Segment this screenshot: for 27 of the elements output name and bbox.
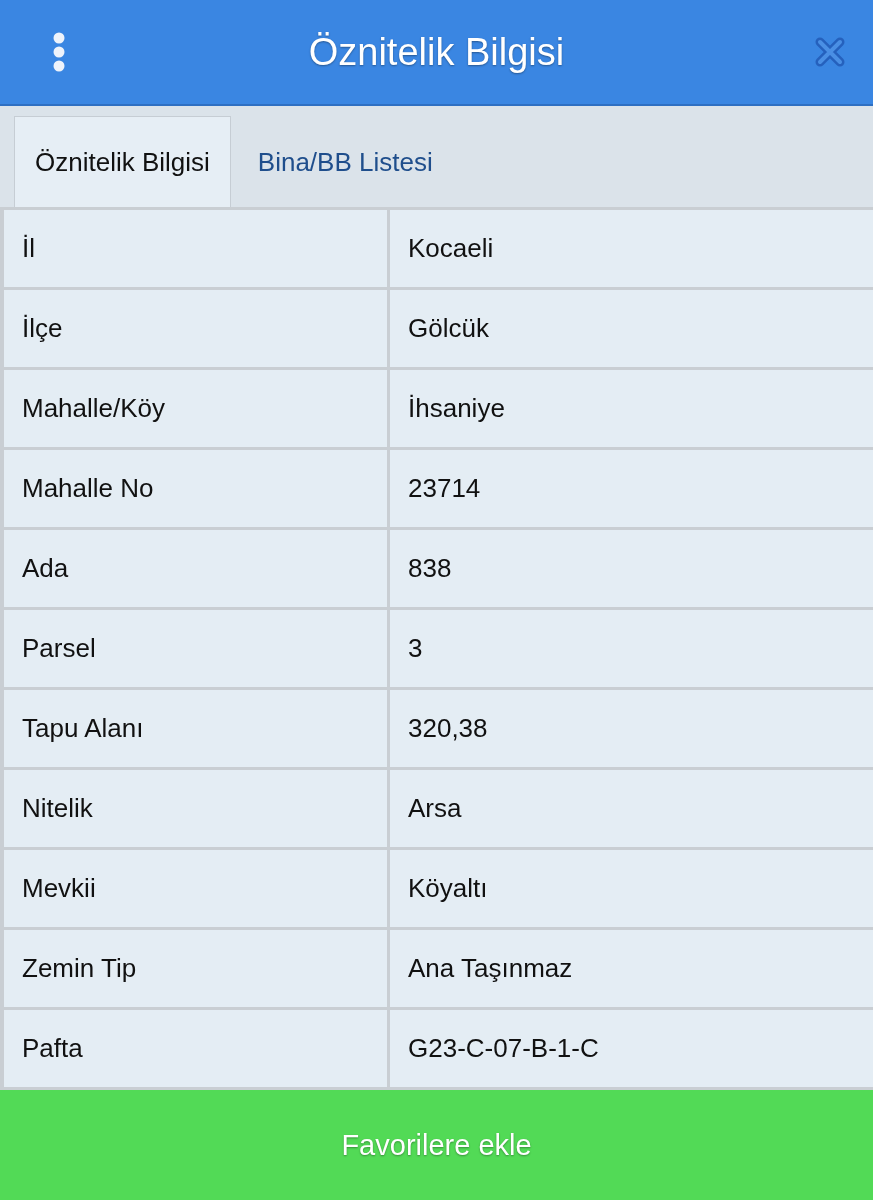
field-value: 320,38 [390, 690, 873, 767]
field-value: 838 [390, 530, 873, 607]
field-label: İlçe [4, 290, 387, 367]
close-icon[interactable] [815, 37, 845, 67]
field-label: İl [4, 210, 387, 287]
field-label: Pafta [4, 1010, 387, 1087]
tab[interactable]: Bina/BB Listesi [236, 116, 454, 207]
field-value: Kocaeli [390, 210, 873, 287]
field-label: Mevkii [4, 850, 387, 927]
field-value: Gölcük [390, 290, 873, 367]
field-label: Parsel [4, 610, 387, 687]
field-value: Arsa [390, 770, 873, 847]
window-title: Öznitelik Bilgisi [307, 30, 566, 74]
field-label: Nitelik [4, 770, 387, 847]
tab[interactable]: Öznitelik Bilgisi [14, 116, 231, 207]
field-value: Köyaltı [390, 850, 873, 927]
menu-icon[interactable] [53, 32, 65, 72]
field-value: İhsaniye [390, 370, 873, 447]
field-value: G23-C-07-B-1-C [390, 1010, 873, 1087]
field-label: Ada [4, 530, 387, 607]
field-value: 23714 [390, 450, 873, 527]
field-value: 3 [390, 610, 873, 687]
field-label: Mahalle No [4, 450, 387, 527]
field-label: Tapu Alanı [4, 690, 387, 767]
field-value: Ana Taşınmaz [390, 930, 873, 1007]
field-label: Mahalle/Köy [4, 370, 387, 447]
field-label: Zemin Tip [4, 930, 387, 1007]
